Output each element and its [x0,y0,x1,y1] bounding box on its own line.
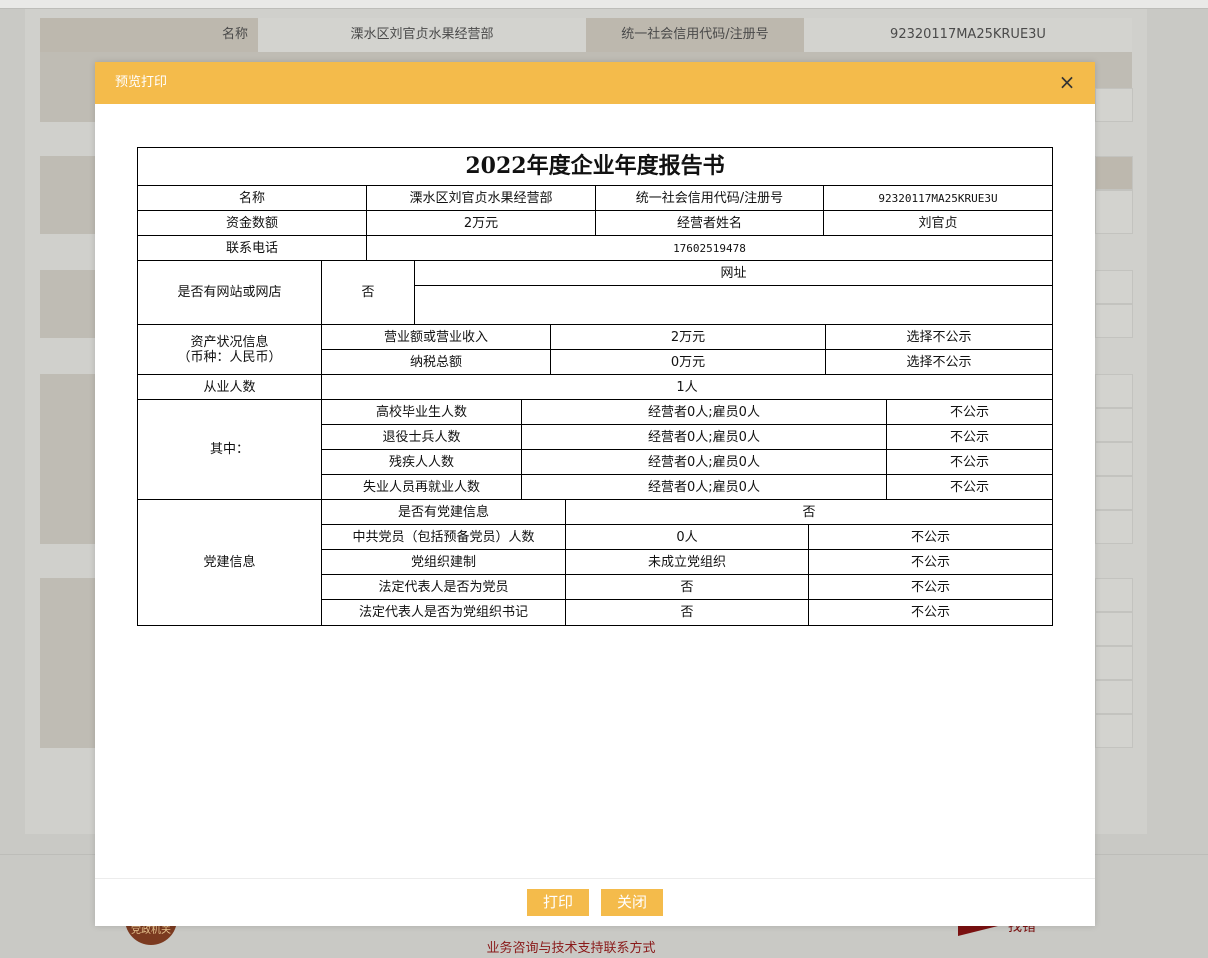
among-value: 经营者0人;雇员0人 [522,400,887,425]
among-item: 残疾人人数 [322,450,522,475]
url-header: 网址 [415,261,1052,286]
background-info-row: 名称 溧水区刘官贞水果经营部 统一社会信用代码/注册号 92320117MA25… [40,18,1132,52]
bg-name-value: 溧水区刘官贞水果经营部 [258,18,586,52]
assets-label-line2: （币种：人民币） [177,349,282,365]
code-label: 统一社会信用代码/注册号 [596,186,824,211]
close-button[interactable]: 关闭 [601,889,663,916]
website-label: 是否有网站或网店 [138,261,322,325]
asset-status: 选择不公示 [826,325,1052,350]
bg-strip [1095,578,1133,612]
among-item: 退役士兵人数 [322,425,522,450]
close-icon[interactable]: × [1055,70,1079,94]
party-value: 未成立党组织 [566,550,809,575]
phone-label: 联系电话 [138,236,367,261]
party-item: 法定代表人是否为党组织书记 [322,600,566,625]
party-value: 否 [566,575,809,600]
url-value [415,286,1052,325]
has-party-label: 是否有党建信息 [322,500,566,525]
bg-strip [1095,156,1133,190]
bg-code-value: 92320117MA25KRUE3U [804,18,1132,52]
asset-value: 0万元 [551,350,826,375]
among-item: 高校毕业生人数 [322,400,522,425]
party-status: 不公示 [809,525,1052,550]
phone-value: 17602519478 [367,236,1052,261]
employees-label: 从业人数 [138,375,322,400]
bg-strip [1095,714,1133,748]
bg-strip [1095,476,1133,510]
bg-strip [1095,88,1133,122]
print-preview-modal: 预览打印 × 2022年度企业年度报告书 名称 溧水区刘官贞水果经营部 统一社会… [95,62,1095,926]
among-value: 经营者0人;雇员0人 [522,475,887,500]
party-status: 不公示 [809,550,1052,575]
annual-report-table: 2022年度企业年度报告书 名称 溧水区刘官贞水果经营部 统一社会信用代码/注册… [137,147,1053,626]
operator-value: 刘官贞 [824,211,1052,236]
bg-strip [1095,680,1133,714]
website-value: 否 [322,261,415,325]
party-status: 不公示 [910,605,950,620]
party-status: 不公示 [809,575,1052,600]
modal-footer-divider [95,878,1095,879]
bg-code-label: 统一社会信用代码/注册号 [586,18,804,52]
name-value: 溧水区刘官贞水果经营部 [367,186,596,211]
bg-name-label: 名称 [40,18,258,52]
bg-strip [1095,374,1133,408]
support-contact-link[interactable]: 业务咨询与技术支持联系方式 [0,937,1142,956]
capital-value: 2万元 [367,211,596,236]
bg-strip [1095,304,1133,338]
among-status: 不公示 [887,450,1052,475]
among-value: 经营者0人;雇员0人 [522,425,887,450]
badge-text: 党政机关 [131,925,171,936]
asset-item: 纳税总额 [322,350,551,375]
among-label: 其中： [138,400,322,500]
asset-item: 营业额或营业收入 [322,325,551,350]
bg-strip [1095,442,1133,476]
asset-value: 2万元 [551,325,826,350]
modal-header: 预览打印 × [95,62,1095,104]
capital-label: 资金数额 [138,211,367,236]
bg-strip [1095,646,1133,680]
asset-status: 选择不公示 [826,350,1052,375]
operator-label: 经营者姓名 [596,211,824,236]
party-value: 0人 [566,525,809,550]
assets-label: 资产状况信息 （币种：人民币） [138,325,322,375]
among-item: 失业人员再就业人数 [322,475,522,500]
code-value: 92320117MA25KRUE3U [824,186,1052,211]
bg-strip [1095,190,1133,234]
print-button[interactable]: 打印 [527,889,589,916]
browser-top-strip [0,0,1208,9]
party-item: 中共党员（包括预备党员）人数 [322,525,566,550]
among-status: 不公示 [887,475,1052,500]
party-label: 党建信息 [138,500,322,625]
among-status: 不公示 [887,425,1052,450]
name-label: 名称 [138,186,367,211]
bg-strip [1095,612,1133,646]
party-item: 法定代表人是否为党员 [322,575,566,600]
bg-strip [1095,408,1133,442]
report-title: 2022年度企业年度报告书 [138,148,1052,186]
employees-value: 1人 [322,375,1052,400]
bg-strip [1095,270,1133,304]
modal-title: 预览打印 [115,75,168,90]
assets-label-line1: 资产状况信息 [190,334,269,350]
has-party-value: 否 [566,500,1052,525]
party-item: 党组织建制 [322,550,566,575]
bg-strip [1095,510,1133,544]
party-value: 否 [566,600,809,625]
among-value: 经营者0人;雇员0人 [522,450,887,475]
among-status: 不公示 [887,400,1052,425]
